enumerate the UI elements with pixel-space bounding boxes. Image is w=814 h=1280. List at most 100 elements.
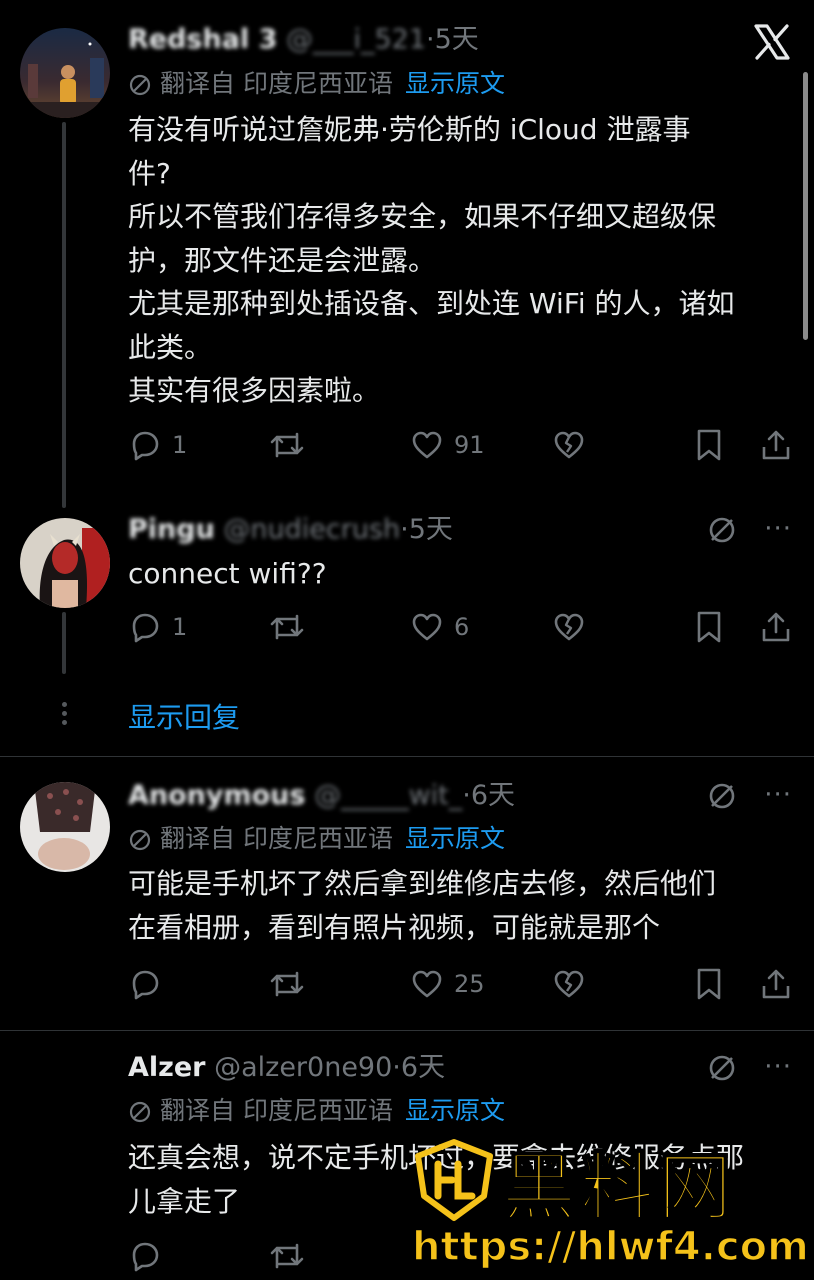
bookmark-icon bbox=[697, 611, 721, 643]
broken-heart-icon bbox=[554, 431, 584, 459]
watermark-url: https://hlwf4.com bbox=[411, 1223, 809, 1271]
share-button[interactable] bbox=[760, 427, 792, 463]
dislike-button[interactable] bbox=[552, 609, 586, 645]
translate-icon bbox=[129, 1101, 151, 1123]
post-text: 有没有听说过詹妮弗·劳伦斯的 iCloud 泄露事 件? 所以不管我们存得多安全… bbox=[128, 108, 798, 413]
reply-count: 1 bbox=[172, 613, 188, 641]
more-replies-dots bbox=[60, 702, 68, 729]
broken-heart-icon bbox=[554, 613, 584, 641]
dislike-button[interactable] bbox=[552, 966, 586, 1002]
repost-icon bbox=[270, 614, 304, 640]
author-handle[interactable]: @nudiecrush bbox=[223, 514, 400, 545]
share-icon bbox=[762, 612, 790, 642]
show-original-link[interactable]: 显示原文 bbox=[405, 824, 505, 853]
dislike-button[interactable] bbox=[552, 427, 586, 463]
bookmark-button[interactable] bbox=[694, 609, 724, 645]
more-options-button[interactable]: ··· bbox=[764, 780, 792, 810]
translate-button[interactable] bbox=[706, 1052, 738, 1088]
action-bar: 1 91 bbox=[128, 427, 798, 463]
share-icon bbox=[762, 430, 790, 460]
translation-label: 翻译自 印度尼西亚语 bbox=[160, 1096, 393, 1125]
repost-icon bbox=[270, 1243, 304, 1269]
translate-icon bbox=[129, 74, 151, 96]
share-button[interactable] bbox=[760, 966, 792, 1002]
translate-icon bbox=[709, 783, 735, 809]
watermark-logo bbox=[412, 1138, 496, 1226]
show-original-link[interactable]: 显示原文 bbox=[405, 69, 505, 98]
text-line: 所以不管我们存得多安全，如果不仔细又超级保 bbox=[128, 200, 717, 233]
watermark-text: 黑料网 bbox=[501, 1144, 736, 1232]
repost-button[interactable] bbox=[268, 427, 316, 463]
avatar[interactable] bbox=[20, 518, 110, 608]
like-button[interactable]: 6 bbox=[410, 609, 469, 645]
repost-icon bbox=[270, 432, 304, 458]
thread-line bbox=[62, 612, 66, 674]
text-line: 有没有听说过詹妮弗·劳伦斯的 iCloud 泄露事 bbox=[128, 113, 691, 146]
more-options-button[interactable]: ··· bbox=[764, 1052, 792, 1082]
post-time[interactable]: 5天 bbox=[435, 24, 479, 55]
avatar[interactable] bbox=[20, 28, 110, 118]
reply-icon bbox=[132, 613, 159, 643]
text-line: 可能是手机坏了然后拿到维修店去修，然后他们 bbox=[128, 867, 717, 900]
x-logo-icon bbox=[754, 24, 790, 60]
translation-row: 翻译自 印度尼西亚语 显示原文 bbox=[128, 66, 505, 102]
avatar[interactable] bbox=[20, 782, 110, 872]
separator-dot: · bbox=[392, 1052, 401, 1083]
share-icon bbox=[762, 969, 790, 999]
post-time[interactable]: 6天 bbox=[471, 780, 515, 811]
author-handle[interactable]: @___i_521 bbox=[286, 24, 426, 55]
bookmark-button[interactable] bbox=[694, 966, 724, 1002]
post-text: 可能是手机坏了然后拿到维修店去修，然后他们 在看相册，看到有照片视频，可能就是那… bbox=[128, 862, 798, 949]
text-line: 护，那文件还是会泄露。 bbox=[128, 243, 437, 277]
avatar-image bbox=[20, 28, 110, 118]
text-line: 件? bbox=[128, 156, 171, 190]
heart-icon bbox=[412, 970, 442, 998]
more-options-button[interactable]: ··· bbox=[764, 514, 792, 544]
close-button[interactable] bbox=[752, 22, 792, 62]
repost-icon bbox=[270, 971, 304, 997]
repost-button[interactable] bbox=[268, 609, 316, 645]
translate-icon bbox=[129, 829, 151, 851]
text-line: 此类。 bbox=[128, 330, 213, 364]
translation-label: 翻译自 印度尼西亚语 bbox=[160, 824, 393, 853]
bookmark-button[interactable] bbox=[694, 427, 724, 463]
reply-icon bbox=[132, 431, 159, 461]
translation-row: 翻译自 印度尼西亚语 显示原文 bbox=[128, 1093, 505, 1129]
reply-count: 1 bbox=[172, 431, 188, 459]
reply-button[interactable]: 1 bbox=[128, 609, 187, 645]
show-replies-link[interactable]: 显示回复 bbox=[128, 696, 240, 736]
reply-icon bbox=[132, 970, 159, 1000]
text-line: connect wifi?? bbox=[128, 557, 327, 590]
like-count: 91 bbox=[454, 431, 485, 459]
author-name[interactable]: Redshal 3 bbox=[128, 24, 277, 55]
avatar-image bbox=[20, 782, 110, 872]
shield-logo-icon bbox=[415, 1139, 493, 1221]
heart-icon bbox=[412, 613, 442, 641]
text-line: 尤其是那种到处插设备、到处连 WiFi 的人，诸如 bbox=[128, 287, 735, 320]
like-button[interactable]: 25 bbox=[410, 966, 485, 1002]
separator-dot: · bbox=[400, 514, 409, 545]
translate-button[interactable] bbox=[706, 514, 738, 550]
scrollbar[interactable] bbox=[803, 72, 808, 340]
text-line: 其实有很多因素啦。 bbox=[128, 374, 381, 407]
repost-button[interactable] bbox=[268, 966, 316, 1002]
post-time[interactable]: 5天 bbox=[409, 514, 453, 545]
reply-button[interactable]: 1 bbox=[128, 427, 187, 463]
repost-button[interactable] bbox=[268, 1238, 306, 1274]
translate-button[interactable] bbox=[706, 780, 738, 816]
translate-icon bbox=[709, 1055, 735, 1081]
author-name[interactable]: Pingu bbox=[128, 514, 215, 545]
like-button[interactable]: 91 bbox=[410, 427, 485, 463]
author-handle[interactable]: @alzer0ne90 bbox=[214, 1052, 392, 1083]
divider bbox=[0, 1030, 814, 1031]
post-text: connect wifi?? bbox=[128, 552, 798, 596]
author-name[interactable]: Alzer bbox=[128, 1052, 206, 1083]
heart-icon bbox=[412, 431, 442, 459]
author-name[interactable]: Anonymous bbox=[128, 780, 305, 811]
reply-button[interactable] bbox=[128, 966, 172, 1002]
reply-button[interactable] bbox=[128, 1238, 162, 1274]
share-button[interactable] bbox=[760, 609, 792, 645]
author-handle[interactable]: @_____wit_ bbox=[314, 780, 462, 811]
show-original-link[interactable]: 显示原文 bbox=[405, 1096, 505, 1125]
post-time[interactable]: 6天 bbox=[401, 1052, 445, 1083]
